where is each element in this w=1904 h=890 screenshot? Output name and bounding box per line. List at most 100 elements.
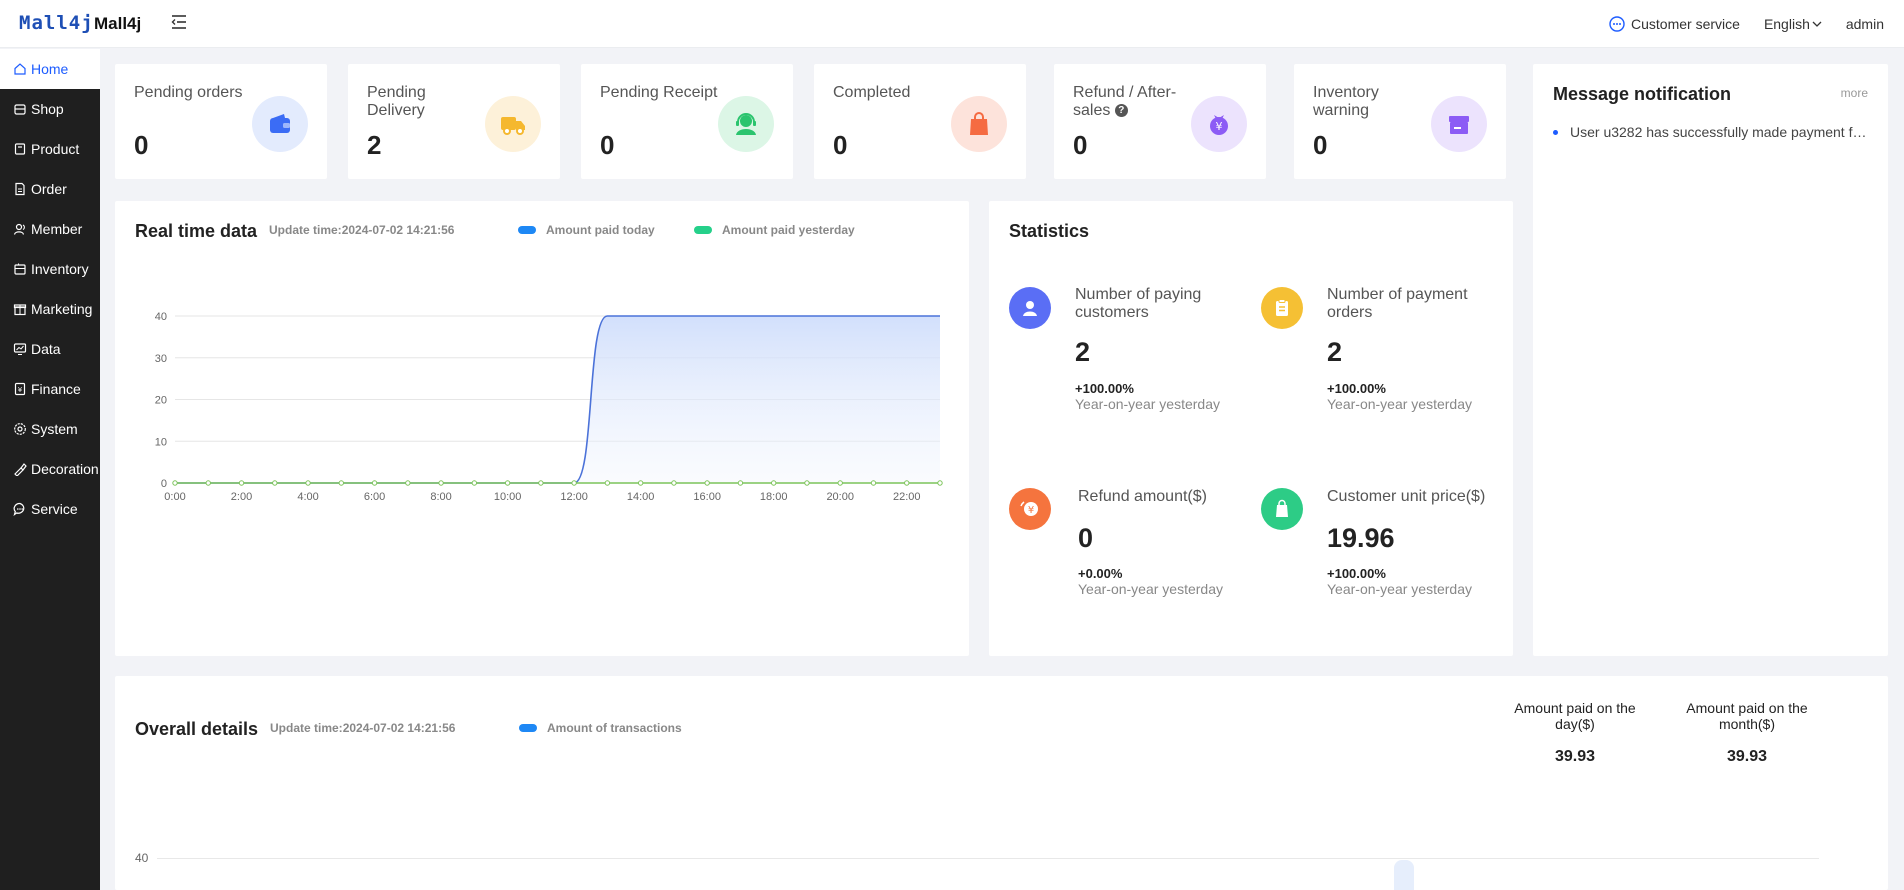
order-icon bbox=[15, 182, 25, 196]
product-icon bbox=[14, 143, 26, 155]
yesterday-point bbox=[172, 480, 178, 486]
stat-percent: +0.00% bbox=[1078, 566, 1123, 581]
help-icon[interactable]: ? bbox=[1114, 104, 1128, 118]
tag-icon bbox=[1261, 488, 1303, 530]
stat-value: 2 bbox=[367, 130, 382, 160]
sidebar-item-label: Service bbox=[31, 501, 78, 517]
stat-yoy: Year-on-year yesterday bbox=[1078, 581, 1224, 597]
stat-yoy: Year-on-year yesterday bbox=[1327, 581, 1473, 597]
sidebar-item-label: Data bbox=[31, 341, 61, 357]
language-select[interactable]: English bbox=[1764, 16, 1822, 32]
yesterday-point bbox=[937, 480, 943, 486]
headset-icon bbox=[718, 96, 774, 152]
yesterday-point bbox=[737, 480, 744, 486]
finance-icon: ¥ bbox=[14, 382, 26, 396]
wallet-icon bbox=[252, 96, 308, 152]
stat-yoy: Year-on-year yesterday bbox=[1075, 396, 1221, 412]
stat-value: 0 bbox=[1078, 523, 1094, 553]
y-tick-label: 20 bbox=[155, 395, 167, 407]
user-icon bbox=[1009, 287, 1051, 329]
update-label: Update time: bbox=[270, 721, 343, 735]
more-link[interactable]: more bbox=[1841, 86, 1868, 100]
update-value: 2024-07-02 14:21:56 bbox=[342, 721, 456, 735]
sidebar-item-data[interactable]: Data bbox=[0, 329, 100, 369]
day-amount-label: Amount paid on the day($) bbox=[1514, 700, 1636, 732]
stat-label: Pending orders bbox=[134, 84, 243, 101]
x-tick-label: 6:00 bbox=[364, 491, 385, 503]
realtime-panel: Real time data Update time:2024-07-02 14… bbox=[115, 201, 969, 656]
bag-icon bbox=[951, 96, 1007, 152]
sidebar-item-marketing[interactable]: Marketing bbox=[0, 289, 100, 329]
svg-text:¥: ¥ bbox=[1028, 505, 1034, 516]
yesterday-point bbox=[770, 480, 777, 486]
stat-label: Customer unit price($) bbox=[1327, 488, 1486, 505]
stat-label: Number of payment orders bbox=[1327, 286, 1468, 321]
sidebar-item-label: Finance bbox=[31, 381, 81, 397]
data-icon bbox=[13, 343, 27, 355]
x-tick-label: 12:00 bbox=[560, 491, 588, 503]
stat-yoy: Year-on-year yesterday bbox=[1327, 396, 1473, 412]
yesterday-point bbox=[604, 480, 611, 486]
stat-value: 0 bbox=[134, 130, 149, 160]
yesterday-point bbox=[305, 480, 311, 486]
stat-card-pending-orders[interactable]: Pending orders 0 bbox=[115, 64, 327, 179]
chat-icon bbox=[1609, 16, 1625, 32]
yesterday-point bbox=[471, 480, 478, 486]
customer-service-link[interactable]: Customer service bbox=[1609, 16, 1740, 32]
stat-card-refund-after-sales[interactable]: Refund / After-sales ? 0 ¥ bbox=[1054, 64, 1266, 179]
yesterday-point bbox=[870, 480, 877, 486]
yesterday-point bbox=[904, 480, 910, 486]
stat-card-pending-delivery[interactable]: Pending Delivery 2 bbox=[348, 64, 560, 179]
yesterday-point bbox=[438, 480, 444, 486]
truck-icon bbox=[485, 96, 541, 152]
sidebar-item-finance[interactable]: ¥ Finance bbox=[0, 369, 100, 409]
user-menu[interactable]: admin bbox=[1846, 16, 1884, 32]
language-label: English bbox=[1763, 16, 1810, 32]
sidebar-item-decoration[interactable]: Decoration bbox=[0, 449, 100, 489]
stat-card-pending-receipt[interactable]: Pending Receipt 0 bbox=[581, 64, 793, 179]
sidebar-item-order[interactable]: Order bbox=[0, 169, 100, 209]
overall-title: Overall details bbox=[135, 719, 259, 739]
menu-collapse-icon[interactable] bbox=[170, 13, 188, 31]
stat-label: Inventory warning bbox=[1313, 84, 1379, 119]
sidebar-item-home[interactable]: Home bbox=[0, 49, 100, 89]
bar bbox=[1394, 860, 1414, 890]
stat-label: Completed bbox=[833, 84, 911, 101]
decoration-icon bbox=[14, 463, 27, 476]
sidebar-item-service[interactable]: Service bbox=[0, 489, 100, 529]
legend-label: Amount of transactions bbox=[547, 721, 682, 735]
bullet-icon bbox=[1553, 129, 1558, 135]
grid-line bbox=[157, 858, 1819, 859]
stat-card-inventory-warning[interactable]: Inventory warning 0 bbox=[1294, 64, 1506, 179]
clipboard-icon bbox=[1261, 287, 1303, 329]
customer-service-label: Customer service bbox=[1631, 16, 1740, 32]
yesterday-point bbox=[238, 480, 245, 486]
x-tick-label: 10:00 bbox=[494, 491, 522, 503]
stat-card-completed[interactable]: Completed 0 bbox=[814, 64, 1026, 179]
y-tick-label: 30 bbox=[155, 353, 167, 365]
yesterday-point bbox=[205, 480, 211, 486]
month-amount-label: Amount paid on the month($) bbox=[1686, 700, 1808, 732]
sidebar-item-system[interactable]: System bbox=[0, 409, 100, 449]
sidebar-item-member[interactable]: Member bbox=[0, 209, 100, 249]
sidebar-item-inventory[interactable]: Inventory bbox=[0, 249, 100, 289]
y-tick-label: 40 bbox=[135, 851, 149, 865]
sidebar-item-label: Inventory bbox=[31, 261, 89, 277]
sidebar-item-product[interactable]: Product bbox=[0, 129, 100, 169]
yesterday-point bbox=[338, 480, 345, 486]
statistics-panel: Statistics Number of paying customers 2 … bbox=[989, 201, 1513, 656]
top-header: Mall4j Mall4j Customer service English a… bbox=[0, 0, 1904, 48]
sidebar-item-label: Member bbox=[31, 221, 83, 237]
sidebar-item-label: Shop bbox=[31, 101, 64, 117]
sidebar-item-label: Marketing bbox=[31, 301, 93, 317]
yesterday-point bbox=[371, 480, 378, 486]
realtime-line-chart: 0 10 20 30 40 0:00 2:00 4:00 6:00 8:00 10:00 12:00 1… bbox=[155, 311, 943, 503]
message-item[interactable]: User u3282 has successfully made payment… bbox=[1553, 124, 1873, 140]
legend-transactions[interactable]: Amount of transactions bbox=[519, 721, 682, 735]
message-title: Message notification bbox=[1553, 84, 1732, 104]
stat-percent: +100.00% bbox=[1327, 381, 1386, 396]
sidebar-item-shop[interactable]: Shop bbox=[0, 89, 100, 129]
y-tick-label: 0 bbox=[161, 478, 167, 490]
svg-text:¥: ¥ bbox=[18, 386, 23, 394]
home-icon bbox=[14, 63, 26, 75]
